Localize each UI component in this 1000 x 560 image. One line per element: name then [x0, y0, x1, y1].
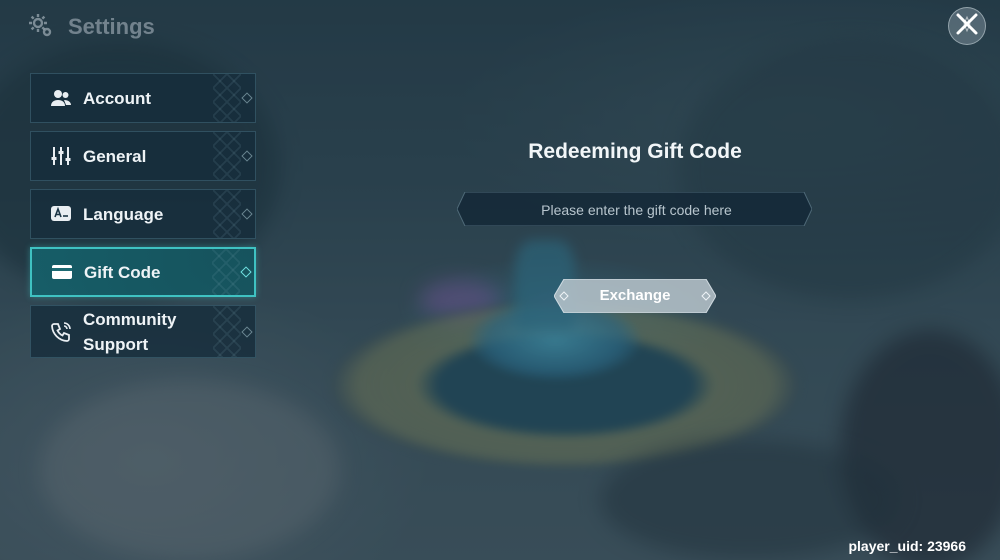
- sidebar-item-language[interactable]: Language: [30, 189, 256, 239]
- decorative-pattern: [213, 190, 241, 238]
- sidebar-item-gift-code[interactable]: Gift Code: [30, 247, 256, 297]
- decorative-pattern: [213, 74, 241, 122]
- card-icon: [50, 260, 74, 284]
- settings-sidebar: Account General Language Gift Code Commu…: [30, 73, 258, 358]
- player-uid: player_uid: 23966: [848, 538, 966, 554]
- gear-icon: [26, 11, 54, 44]
- sidebar-item-general[interactable]: General: [30, 131, 256, 181]
- phone-icon: [49, 320, 73, 344]
- settings-header: Settings: [26, 12, 155, 42]
- sidebar-item-label: General: [83, 146, 147, 166]
- sidebar-item-label: Language: [83, 204, 164, 224]
- page-title: Settings: [68, 14, 155, 39]
- users-icon: [49, 86, 73, 110]
- exchange-button[interactable]: Exchange: [554, 279, 716, 313]
- decorative-pattern: [212, 249, 240, 295]
- close-button[interactable]: [948, 7, 986, 45]
- sidebar-item-label: Gift Code: [84, 262, 161, 282]
- diamond-ornament: [241, 325, 253, 338]
- sidebar-item-label: Community Support: [83, 309, 177, 354]
- sidebar-item-account[interactable]: Account: [30, 73, 256, 123]
- diamond-ornament: [241, 208, 253, 220]
- sidebar-item-label: Account: [83, 88, 151, 108]
- gift-code-input[interactable]: [477, 194, 796, 226]
- sidebar-item-community-support[interactable]: Community Support: [30, 305, 256, 358]
- sliders-icon: [49, 144, 73, 168]
- decorative-pattern: [213, 132, 241, 180]
- gift-code-title: Redeeming Gift Code: [528, 140, 742, 163]
- diamond-ornament: [240, 266, 252, 278]
- language-icon: [49, 202, 73, 226]
- gift-code-field[interactable]: [457, 192, 812, 226]
- diamond-ornament: [241, 92, 253, 104]
- diamond-ornament: [241, 150, 253, 162]
- decorative-pattern: [213, 306, 241, 357]
- exchange-button-label: Exchange: [599, 287, 671, 304]
- close-icon: [954, 11, 980, 42]
